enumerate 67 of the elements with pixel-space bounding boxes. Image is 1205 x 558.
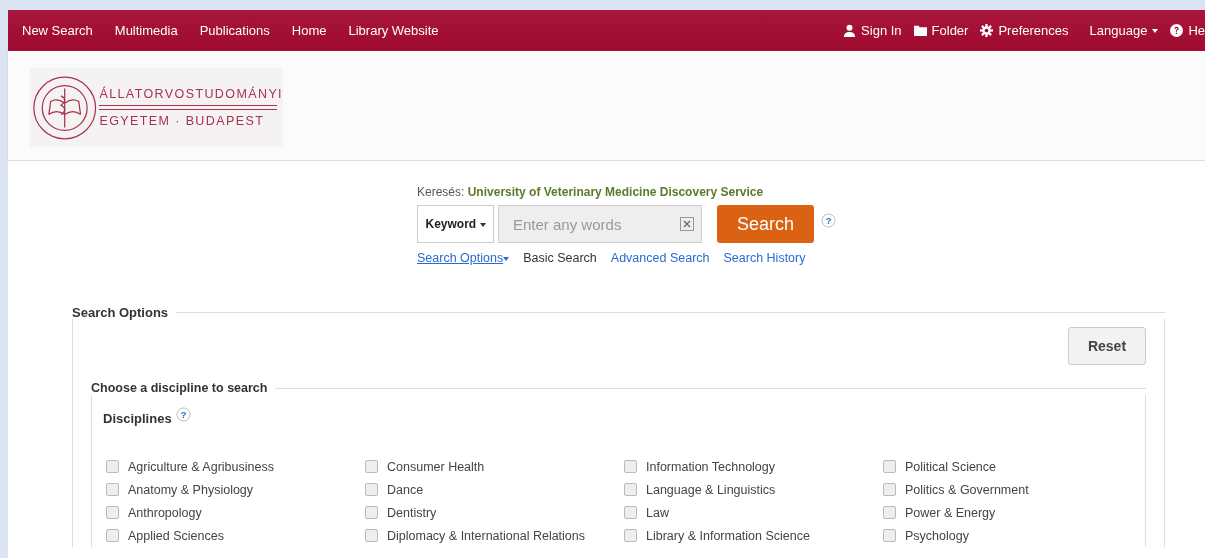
checkbox-label: Anthropology: [128, 505, 202, 520]
nav-link[interactable]: New Search: [22, 23, 93, 38]
reset-button[interactable]: Reset: [1068, 327, 1146, 365]
checkbox-label: Dentistry: [387, 505, 437, 520]
service-name: University of Veterinary Medicine Discovery Service: [467, 185, 764, 199]
caret-icon: [479, 222, 486, 227]
search-link[interactable]: Search Options: [417, 251, 510, 265]
nav-link[interactable]: Sign In: [843, 23, 902, 38]
checkbox[interactable]: [365, 483, 378, 496]
checkbox[interactable]: [624, 506, 637, 519]
field-type-dropdown[interactable]: Keyword: [417, 205, 494, 243]
caret-icon: [503, 256, 510, 261]
checkbox[interactable]: [883, 506, 896, 519]
checkbox-label: Consumer Health: [387, 459, 485, 474]
checkbox[interactable]: [106, 460, 119, 473]
checkbox[interactable]: [106, 506, 119, 519]
nav-link[interactable]: Library Website: [348, 23, 439, 38]
checkbox[interactable]: [624, 460, 637, 473]
checkbox[interactable]: [883, 483, 896, 496]
checkbox[interactable]: [106, 529, 119, 542]
search-link[interactable]: Basic Search: [523, 251, 597, 265]
section-title: Search Options: [72, 305, 169, 320]
checkbox-label: Dance: [387, 482, 424, 497]
help-icon: [1170, 24, 1184, 37]
search-button[interactable]: Search: [717, 205, 814, 243]
search-prefix: Keresés:: [417, 185, 465, 199]
checkbox-label: Library & Information Science: [646, 528, 810, 543]
checkbox-label: Politics & Government: [905, 482, 1029, 497]
checkbox-label: Agriculture & Agribusiness: [128, 459, 274, 474]
search-link[interactable]: Search History: [723, 251, 806, 265]
folder-icon: [913, 24, 927, 37]
logo-text: ÁLLATORVOSTUDOMÁNYI: [99, 87, 283, 101]
section-title: Choose a discipline to search: [91, 381, 268, 395]
checkbox-label: Information Technology: [646, 459, 776, 474]
checkbox[interactable]: [365, 529, 378, 542]
disciplines-label: Disciplines: [103, 411, 172, 426]
checkbox-label: Power & Energy: [905, 505, 996, 520]
settings-icon: [980, 24, 994, 37]
checkbox[interactable]: [883, 460, 896, 473]
caret-icon: [1152, 28, 1159, 33]
checkbox-label: Language & Linguistics: [646, 482, 776, 497]
checkbox-label: Diplomacy & International Relations: [387, 528, 586, 543]
logo-text: EGYETEM · BUDAPEST: [99, 114, 266, 128]
checkbox[interactable]: [624, 483, 637, 496]
checkbox[interactable]: [365, 460, 378, 473]
help-icon[interactable]: ?: [821, 213, 836, 228]
checkbox-label: Applied Sciences: [128, 528, 224, 543]
checkbox-label: Political Science: [905, 459, 996, 474]
nav-link[interactable]: Folder: [913, 23, 969, 38]
nav-link[interactable]: Home: [291, 23, 327, 38]
user-icon: [843, 24, 857, 37]
checkbox-label: Anatomy & Physiology: [128, 482, 254, 497]
nav-link[interactable]: Language: [1089, 23, 1159, 38]
nav-link[interactable]: He: [1170, 23, 1205, 38]
checkbox[interactable]: [106, 483, 119, 496]
checkbox-label: Law: [646, 505, 669, 520]
checkbox[interactable]: [624, 529, 637, 542]
clear-icon[interactable]: [680, 217, 694, 231]
nav-link[interactable]: Multimedia: [114, 23, 178, 38]
checkbox[interactable]: [365, 506, 378, 519]
search-field[interactable]: Enter any words: [498, 205, 702, 243]
checkbox[interactable]: [883, 529, 896, 542]
search-link[interactable]: Advanced Search: [610, 251, 710, 265]
nav-link[interactable]: Publications: [199, 23, 270, 38]
checkbox-label: Psychology: [905, 528, 969, 543]
help-icon[interactable]: ?: [175, 407, 191, 422]
nav-link[interactable]: Preferences: [980, 23, 1069, 38]
